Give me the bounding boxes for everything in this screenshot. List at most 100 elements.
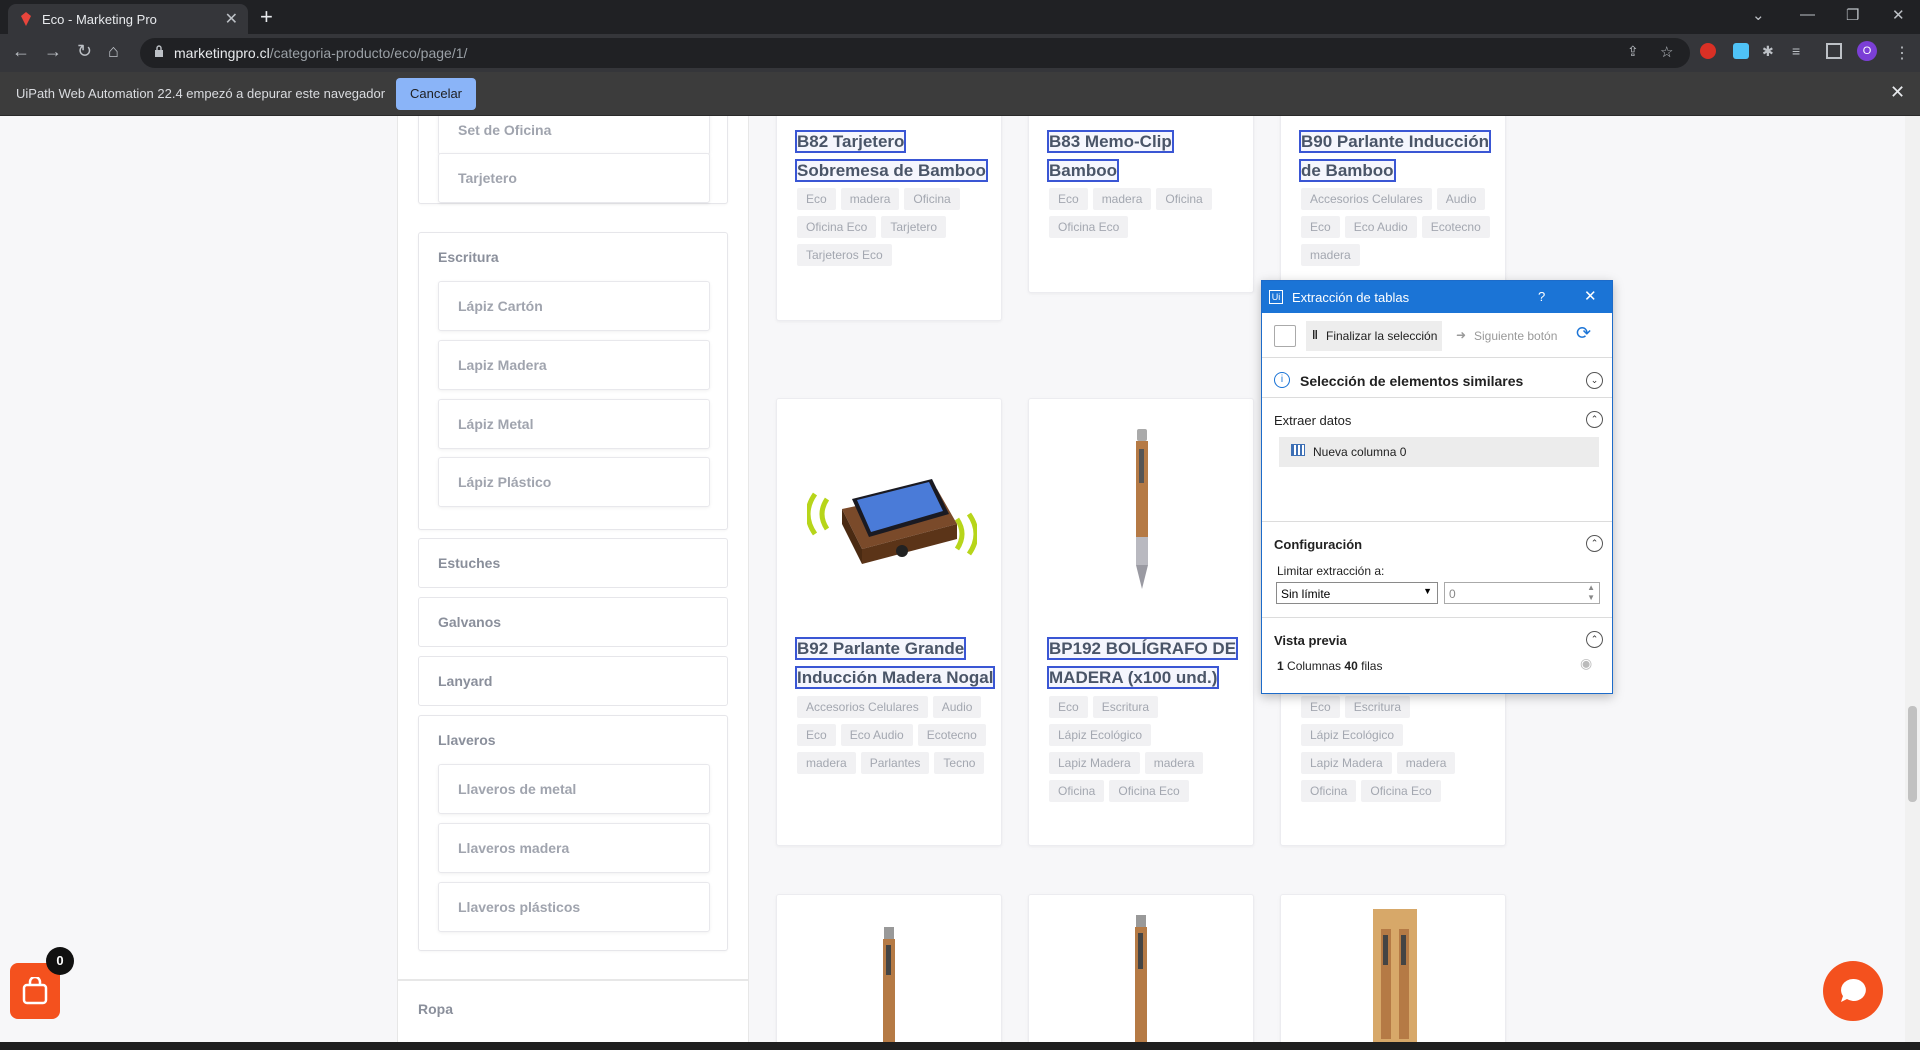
finish-selection-button[interactable]: ‖ Finalizar la selección xyxy=(1306,321,1442,351)
product-tag[interactable]: Audio xyxy=(1436,188,1486,210)
product-tag[interactable]: Oficina Eco xyxy=(1049,216,1129,238)
panel-close-icon[interactable]: ✕ xyxy=(1584,287,1597,305)
product-tag[interactable]: Accesorios Celulares xyxy=(1301,188,1432,210)
product-tag[interactable]: madera xyxy=(1396,752,1456,774)
product-title[interactable]: B90 Parlante Inducción de Bamboo xyxy=(1299,127,1491,185)
product-title[interactable]: BP192 BOLÍGRAFO DE MADERA (x100 und.) xyxy=(1046,634,1239,692)
product-tag[interactable]: Eco xyxy=(1301,696,1340,718)
product-tag[interactable]: madera xyxy=(840,188,900,210)
product-tag[interactable]: madera xyxy=(1092,188,1152,210)
sidebar-item-lapiz-plastico[interactable]: Lápiz Plástico xyxy=(438,457,710,507)
product-card[interactable]: B82 Tarjetero Sobremesa de Bamboo Eco made… xyxy=(776,116,1002,321)
forward-icon[interactable]: → xyxy=(44,41,62,62)
limit-select[interactable]: Sin límite ▼ xyxy=(1276,582,1438,604)
product-tag[interactable]: Oficina Eco xyxy=(1109,780,1189,802)
product-tag[interactable]: Oficina xyxy=(1156,188,1212,210)
category-title-llaveros[interactable]: Llaveros xyxy=(438,732,496,748)
page-scrollbar[interactable] xyxy=(1905,116,1920,1042)
product-tag[interactable]: madera xyxy=(797,752,856,774)
product-tag[interactable]: Parlantes xyxy=(860,752,930,774)
restore-icon[interactable]: ❐ xyxy=(1846,6,1859,24)
tab-search-icon[interactable]: ⌄ xyxy=(1752,6,1765,24)
product-tag[interactable]: Eco xyxy=(1049,696,1088,718)
side-panel-icon[interactable] xyxy=(1826,43,1842,59)
sidebar-item-llaveros-metal[interactable]: Llaveros de metal xyxy=(438,764,710,814)
product-tag[interactable]: Oficina xyxy=(1301,780,1357,802)
chevron-up-icon[interactable]: ⌃ xyxy=(1586,631,1603,648)
address-bar[interactable]: marketingpro.cl/categoria-producto/eco/p… xyxy=(140,38,1690,68)
product-tag[interactable]: Eco xyxy=(797,724,836,746)
extension-blue-icon[interactable] xyxy=(1733,43,1749,59)
extensions-puzzle-icon[interactable]: ✱ xyxy=(1762,43,1778,59)
reload-icon[interactable]: ↻ xyxy=(77,41,92,62)
bookmark-star-icon[interactable]: ☆ xyxy=(1660,43,1676,61)
product-tag[interactable]: Eco Audio xyxy=(1344,216,1417,238)
product-tag[interactable]: Oficina Eco xyxy=(1361,780,1441,802)
sidebar-item-lapiz-metal[interactable]: Lápiz Metal xyxy=(438,399,710,449)
sidebar-item-lapiz-madera[interactable]: Lapiz Madera xyxy=(438,340,710,390)
product-tag[interactable]: Eco xyxy=(1049,188,1088,210)
browser-menu-icon[interactable]: ⋮ xyxy=(1894,43,1910,62)
window-close-icon[interactable]: ✕ xyxy=(1892,6,1905,24)
refresh-selection-icon[interactable]: ⟳ xyxy=(1576,323,1591,344)
pen-product-image[interactable] xyxy=(881,927,897,1042)
chevron-down-icon[interactable]: ⌄ xyxy=(1586,372,1603,389)
category-title-ropa[interactable]: Ropa xyxy=(418,1001,453,1017)
chevron-up-icon[interactable]: ⌃ xyxy=(1586,411,1603,428)
sidebar-category-estuches[interactable]: Estuches xyxy=(418,538,728,588)
browser-tab[interactable]: Eco - Marketing Pro ✕ xyxy=(8,4,248,34)
save-icon[interactable] xyxy=(1274,325,1296,347)
sidebar-item-llaveros-madera[interactable]: Llaveros madera xyxy=(438,823,710,873)
eye-icon[interactable]: ◉ xyxy=(1580,655,1592,672)
product-tag[interactable]: Lapiz Madera xyxy=(1301,752,1392,774)
infobar-close-icon[interactable]: ✕ xyxy=(1890,82,1905,103)
media-control-icon[interactable]: ≡ xyxy=(1792,43,1808,59)
product-tag[interactable]: Eco xyxy=(797,188,836,210)
product-tag[interactable]: Tarjeteros Eco xyxy=(797,244,892,266)
product-tag[interactable]: Escritura xyxy=(1344,696,1411,718)
share-icon[interactable]: ⇪ xyxy=(1627,43,1643,59)
sidebar-category-lanyard[interactable]: Lanyard xyxy=(418,656,728,706)
back-icon[interactable]: ← xyxy=(12,41,30,62)
product-tag[interactable]: Lapiz Madera xyxy=(1049,752,1140,774)
product-tag[interactable]: Eco Audio xyxy=(840,724,913,746)
product-tag[interactable]: Tarjetero xyxy=(881,216,947,238)
product-title[interactable]: B82 Tarjetero Sobremesa de Bamboo xyxy=(794,127,988,185)
product-title[interactable]: B92 Parlante Grande Inducción Madera Noga… xyxy=(794,634,996,692)
product-tag[interactable]: Oficina xyxy=(1049,780,1105,802)
product-tag[interactable]: Accesorios Celulares xyxy=(797,696,928,718)
product-tag[interactable]: Lápiz Ecológico xyxy=(1301,724,1404,746)
product-card[interactable]: BP192 BOLÍGRAFO DE MADERA (x100 und.) Eco… xyxy=(1028,398,1254,846)
scrollbar-thumb[interactable] xyxy=(1908,706,1917,802)
new-tab-icon[interactable]: + xyxy=(260,4,273,30)
product-tag[interactable]: Ecotecno xyxy=(917,724,986,746)
product-tag[interactable]: Oficina xyxy=(904,188,960,210)
product-tag[interactable]: Eco xyxy=(1301,216,1340,238)
product-tag[interactable]: Tecno xyxy=(934,752,985,774)
sidebar-category-galvanos[interactable]: Galvanos xyxy=(418,597,728,647)
next-button-selector[interactable]: ➜ Siguiente botón xyxy=(1454,321,1566,351)
help-icon[interactable]: ? xyxy=(1538,289,1545,304)
tab-close-icon[interactable]: ✕ xyxy=(225,9,238,29)
pen-set-product-image[interactable] xyxy=(1373,909,1417,1042)
product-card[interactable] xyxy=(776,894,1002,1042)
stepper-icon[interactable]: ▲ ▼ xyxy=(1587,583,1595,603)
home-icon[interactable]: ⌂ xyxy=(108,41,119,62)
product-title[interactable]: B83 Memo-Clip Bamboo xyxy=(1047,127,1174,185)
product-card[interactable] xyxy=(1028,894,1254,1042)
product-tag[interactable]: Audio xyxy=(932,696,982,718)
chat-button[interactable] xyxy=(1823,961,1883,1021)
product-tag[interactable]: Lápiz Ecológico xyxy=(1049,724,1152,746)
limit-number-input[interactable]: 0 ▲ ▼ xyxy=(1444,582,1600,604)
cancel-debug-button[interactable]: Cancelar xyxy=(396,78,476,110)
pen-product-image[interactable] xyxy=(1127,429,1157,589)
product-card[interactable]: B92 Parlante Grande Inducción Madera Noga… xyxy=(776,398,1002,846)
product-card[interactable] xyxy=(1280,894,1506,1042)
minimize-icon[interactable]: — xyxy=(1800,6,1815,23)
profile-avatar[interactable]: O xyxy=(1857,41,1877,61)
product-tag[interactable]: madera xyxy=(1301,244,1360,266)
product-card[interactable]: B83 Memo-Clip Bamboo Eco madera Oficina Ofic… xyxy=(1028,116,1254,293)
sidebar-item-llaveros-plasticos[interactable]: Llaveros plásticos xyxy=(438,882,710,932)
product-tag[interactable]: Ecotecno xyxy=(1421,216,1490,238)
category-title-escritura[interactable]: Escritura xyxy=(438,249,499,265)
